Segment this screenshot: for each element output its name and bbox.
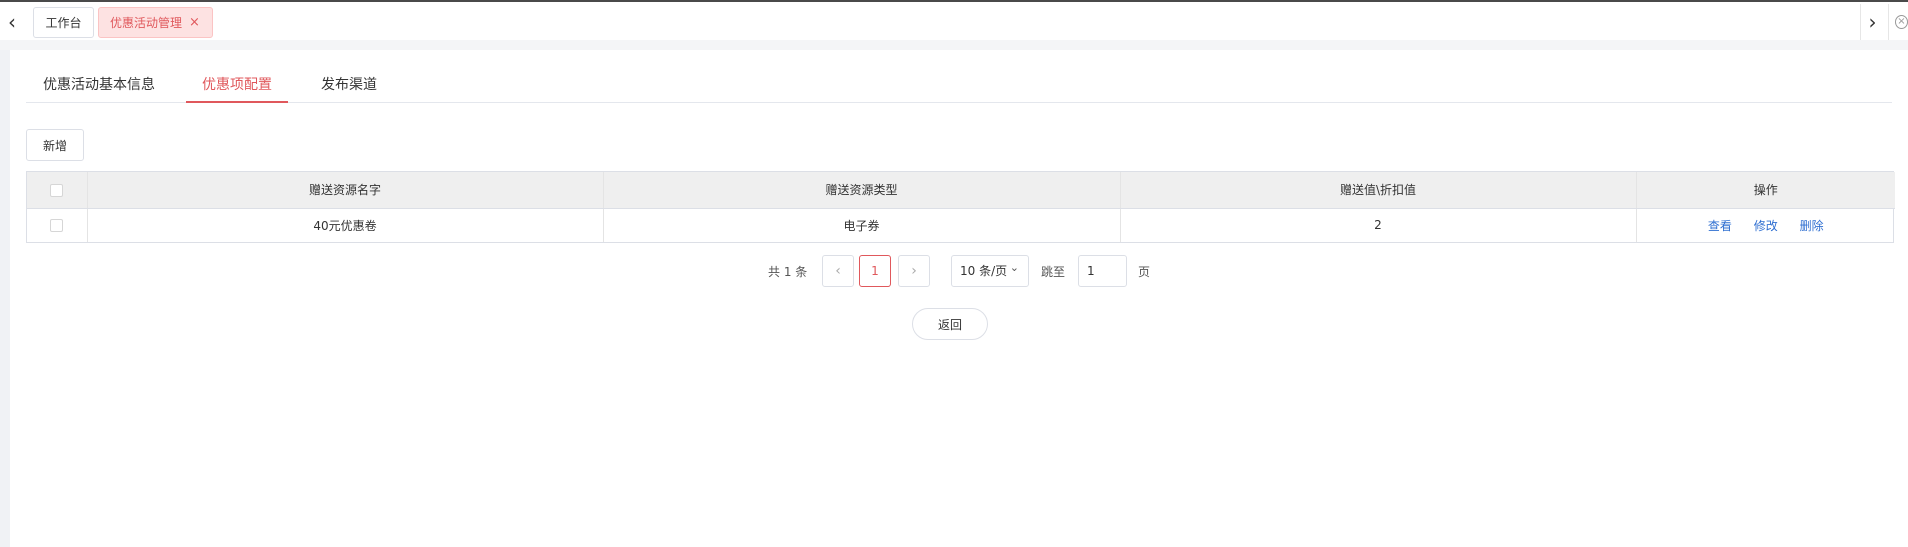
select-all-checkbox[interactable] [50,183,64,197]
column-header-type: 赠送资源类型 [603,172,1121,209]
table-header: 赠送资源名字 赠送资源类型 赠送值\折扣值 操作 [27,172,1895,209]
top-tab-bar: ‹ 工作台 优惠活动管理 × › × [0,0,1908,40]
close-circle-icon: × [1895,15,1908,29]
cell-actions: 查看 修改 删除 [1636,208,1895,242]
chevron-down-icon: ⌄ [1009,261,1019,274]
add-button[interactable]: 新增 [26,129,84,161]
back-button[interactable]: 返回 [912,308,988,340]
page-suffix-label: 页 [1138,265,1151,279]
goto-label: 跳至 [1041,265,1066,279]
next-page-button[interactable]: › [898,255,930,287]
table-row: 40元优惠卷 电子券 2 查看 修改 删除 [27,208,1895,242]
edit-link[interactable]: 修改 [1754,219,1778,233]
pagination-total: 共 1 条 [768,265,808,279]
page-size-value: 10 条/页 [960,264,1008,278]
column-header-actions: 操作 [1636,172,1895,209]
discount-table: 赠送资源名字 赠送资源类型 赠送值\折扣值 操作 40元优惠卷 电子券 2 查看 [26,171,1895,243]
close-all-tabs-button[interactable]: × [1888,4,1908,40]
content-panel: 优惠活动基本信息 优惠项配置 发布渠道 新增 赠送资源名字 赠送资源类型 赠送值… [10,50,1908,547]
tab-discount-config[interactable]: 优惠项配置 [186,70,288,103]
column-header-value: 赠送值\折扣值 [1120,172,1637,209]
chevron-right-icon: › [911,263,917,279]
cell-value: 2 [1120,208,1637,242]
chevron-left-icon[interactable]: ‹ [0,4,24,40]
view-link[interactable]: 查看 [1708,219,1732,233]
row-checkbox[interactable] [50,219,64,233]
tab-publish-channel[interactable]: 发布渠道 [319,70,379,103]
close-icon[interactable]: × [189,15,200,30]
page-number-button[interactable]: 1 [859,255,891,287]
row-select-cell [27,208,88,242]
chevron-right-icon[interactable]: › [1860,4,1884,40]
chevron-left-icon: ‹ [835,263,841,279]
topbar-divider [0,40,1908,50]
select-all-cell [27,172,88,209]
subtab-bar: 优惠活动基本信息 优惠项配置 发布渠道 [26,70,1892,103]
tab-promotion-label: 优惠活动管理 [110,16,183,30]
delete-link[interactable]: 删除 [1800,219,1824,233]
column-header-name: 赠送资源名字 [87,172,604,209]
page-size-select[interactable]: 10 条/页 ⌄ [951,255,1029,287]
tab-workbench-label: 工作台 [45,16,82,30]
tab-basic-info[interactable]: 优惠活动基本信息 [42,70,156,103]
tab-promotion-management[interactable]: 优惠活动管理 × [98,7,213,38]
tab-workbench[interactable]: 工作台 [33,7,94,38]
prev-page-button[interactable]: ‹ [822,255,854,287]
cell-name: 40元优惠卷 [87,208,604,242]
goto-page-input[interactable] [1078,255,1127,287]
cell-type: 电子券 [603,208,1121,242]
